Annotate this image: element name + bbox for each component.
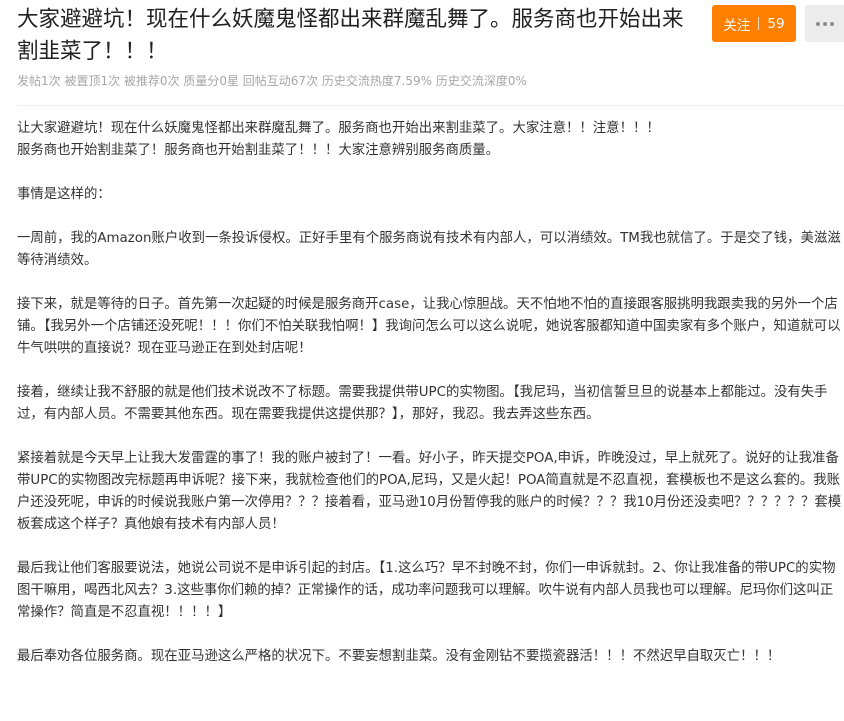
paragraph: 最后奉劝各位服务商。现在亚马逊这么严格的状况下。不要妄想割韭菜。没有金刚钻不要揽… [17, 649, 781, 664]
post-title: 大家避避坑！现在什么妖魔鬼怪都出来群魔乱舞了。服务商也开始出来割韭菜了！！！ [17, 7, 684, 64]
more-options-button[interactable] [805, 5, 844, 42]
paragraph: 接着，继续让我不舒服的就是他们技术说改不了标题。需要我提供带UPC的实物图。【我… [17, 385, 828, 422]
post-content: 让大家避避坑！现在什么妖魔鬼怪都出来群魔乱舞了。服务商也开始出来割韭菜了。大家注… [17, 118, 844, 668]
paragraph: 一周前，我的Amazon账户收到一条投诉侵权。正好手里有个服务商说有技术有内部人… [17, 231, 841, 268]
follow-button[interactable]: 关注 59 [712, 5, 796, 42]
paragraph: 让大家避避坑！现在什么妖魔鬼怪都出来群魔乱舞了。服务商也开始出来割韭菜了。大家注… [17, 121, 660, 158]
header-divider [17, 105, 844, 106]
follow-count: 59 [767, 15, 785, 32]
post-stats: 发帖1次 被置顶1次 被推荐0次 质量分0星 回帖互动67次 历史交流热度7.5… [17, 74, 527, 88]
paragraph: 事情是这样的： [17, 187, 111, 202]
follow-label: 关注 [723, 17, 751, 34]
post-header: 大家避避坑！现在什么妖魔鬼怪都出来群魔乱舞了。服务商也开始出来割韭菜了！！！ 发… [17, 4, 697, 89]
paragraph: 紧接着就是今天早上让我大发雷霆的事了！我的账户被封了！一看。好小子，昨天提交PO… [17, 451, 842, 532]
follow-separator [758, 17, 760, 30]
more-dots-icon [815, 21, 834, 26]
paragraph: 接下来，就是等待的日子。首先第一次起疑的时候是服务商开case，让我心惊胆战。天… [17, 297, 841, 356]
paragraph: 最后我让他们客服要说法，她说公司说不是申诉引起的封店。【1.这么巧？早不封晚不封… [17, 561, 836, 620]
